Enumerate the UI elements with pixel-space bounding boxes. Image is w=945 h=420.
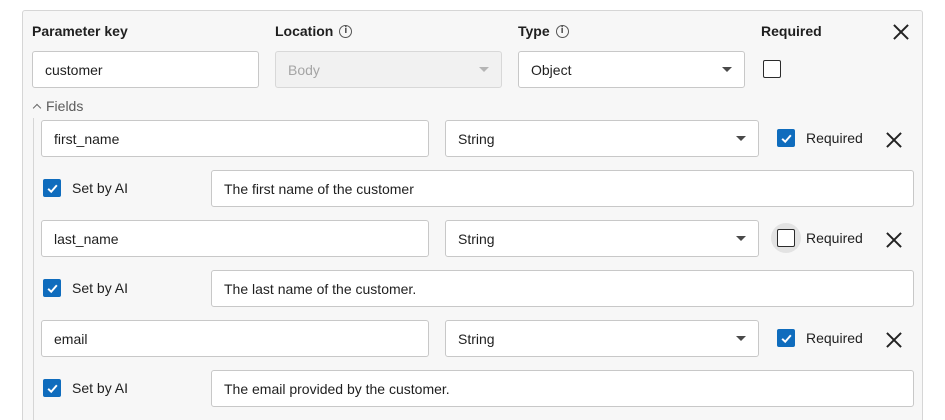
set-by-ai-checkbox[interactable]: [43, 279, 61, 297]
close-icon[interactable]: [885, 231, 903, 249]
type-label: Type i: [518, 23, 569, 39]
checkmark-icon: [780, 134, 792, 143]
set-by-ai-label: Set by AI: [72, 180, 129, 196]
chevron-down-icon: [736, 236, 746, 241]
field-type-select[interactable]: String: [445, 320, 759, 357]
field-description-input[interactable]: The first name of the customer: [211, 170, 914, 207]
field-description-input[interactable]: The email provided by the customer.: [211, 370, 914, 407]
checkmark-icon: [46, 284, 58, 293]
set-by-ai-label: Set by AI: [72, 380, 129, 396]
field-name-input[interactable]: email: [41, 320, 429, 357]
parameter-key-label: Parameter key: [32, 23, 128, 39]
checkmark-icon: [46, 384, 58, 393]
field-required-checkbox[interactable]: [777, 129, 795, 147]
field-required-checkbox[interactable]: [777, 229, 795, 247]
field-required-checkbox[interactable]: [777, 329, 795, 347]
info-icon[interactable]: i: [555, 24, 569, 38]
location-label: Location i: [275, 23, 353, 39]
chevron-down-icon: [736, 136, 746, 141]
location-select: Body: [275, 51, 502, 88]
fields-divider: [33, 118, 34, 420]
fields-toggle[interactable]: Fields: [32, 98, 83, 114]
set-by-ai-checkbox[interactable]: [43, 379, 61, 397]
set-by-ai-label: Set by AI: [72, 280, 129, 296]
checkmark-icon: [780, 334, 792, 343]
set-by-ai-checkbox[interactable]: [43, 179, 61, 197]
field-required-label: Required: [806, 230, 863, 246]
field-required-label: Required: [806, 330, 863, 346]
close-icon[interactable]: [885, 331, 903, 349]
chevron-down-icon: [722, 67, 732, 72]
parameter-key-input[interactable]: customer: [32, 51, 259, 88]
close-icon[interactable]: [892, 23, 910, 41]
type-select[interactable]: Object: [518, 51, 745, 88]
chevron-down-icon: [479, 67, 489, 72]
field-description-input[interactable]: The last name of the customer.: [211, 270, 914, 307]
field-required-label: Required: [806, 130, 863, 146]
field-type-select[interactable]: String: [445, 120, 759, 157]
checkmark-icon: [46, 184, 58, 193]
chevron-down-icon: [736, 336, 746, 341]
chevron-up-icon: [32, 103, 42, 112]
field-name-input[interactable]: first_name: [41, 120, 429, 157]
close-icon[interactable]: [885, 131, 903, 149]
info-icon[interactable]: i: [339, 24, 353, 38]
field-type-select[interactable]: String: [445, 220, 759, 257]
required-label: Required: [761, 23, 822, 39]
parameter-required-checkbox[interactable]: [763, 60, 781, 78]
field-name-input[interactable]: last_name: [41, 220, 429, 257]
